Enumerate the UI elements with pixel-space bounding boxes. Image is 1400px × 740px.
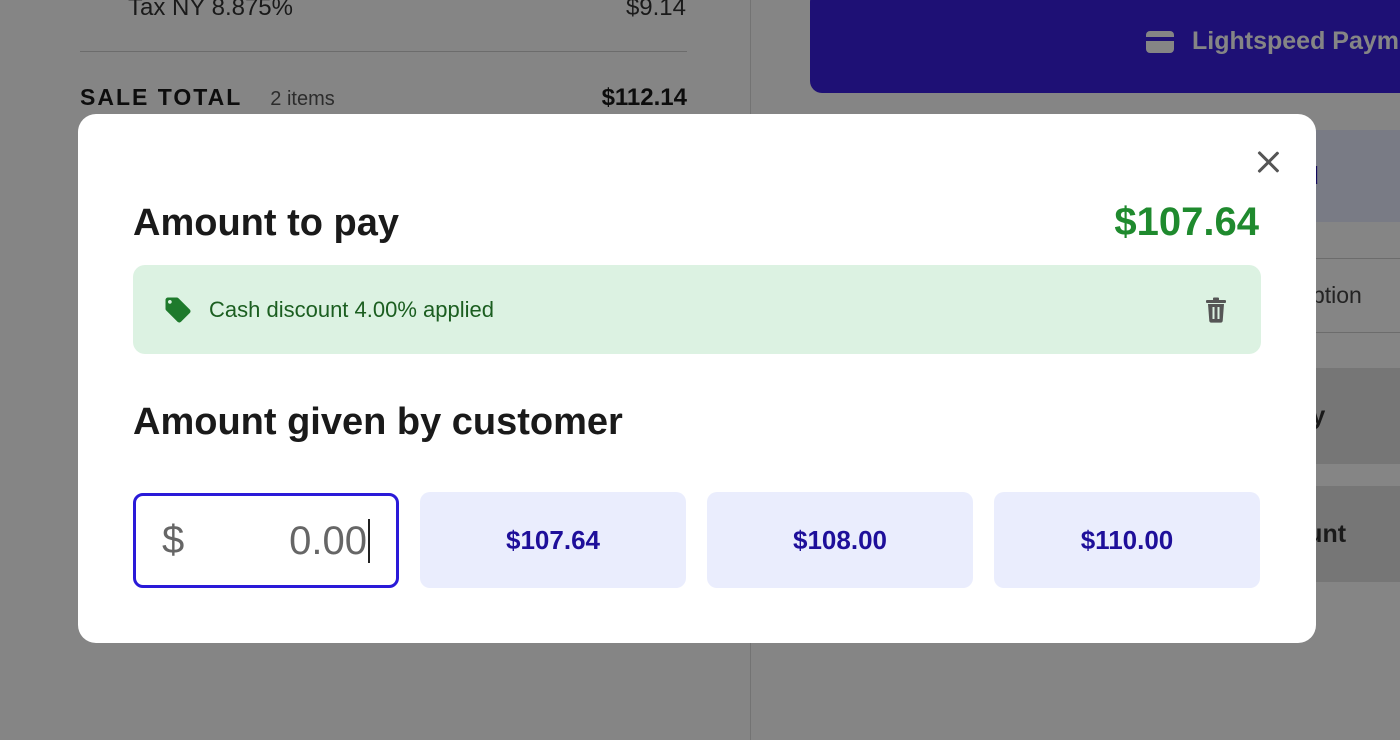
amount-given-value[interactable]: 0.00: [289, 518, 370, 563]
amount-given-input[interactable]: $ 0.00: [133, 493, 399, 588]
quick-amount-button[interactable]: $110.00: [994, 492, 1260, 588]
quick-amount-button[interactable]: $108.00: [707, 492, 973, 588]
amount-to-pay-value: $107.64: [1114, 200, 1259, 244]
trash-icon[interactable]: [1205, 297, 1227, 323]
discount-text: Cash discount 4.00% applied: [209, 296, 494, 322]
amount-given-label: Amount given by customer: [133, 401, 623, 443]
close-icon[interactable]: [1250, 144, 1286, 180]
amount-to-pay-label: Amount to pay: [133, 202, 399, 244]
cash-payment-dialog: Amount to pay $107.64 Cash discount 4.00…: [78, 114, 1316, 643]
tag-icon: [165, 297, 191, 322]
discount-banner: Cash discount 4.00% applied: [133, 265, 1261, 354]
quick-amount-button[interactable]: $107.64: [420, 492, 686, 588]
currency-sign: $: [162, 518, 185, 562]
